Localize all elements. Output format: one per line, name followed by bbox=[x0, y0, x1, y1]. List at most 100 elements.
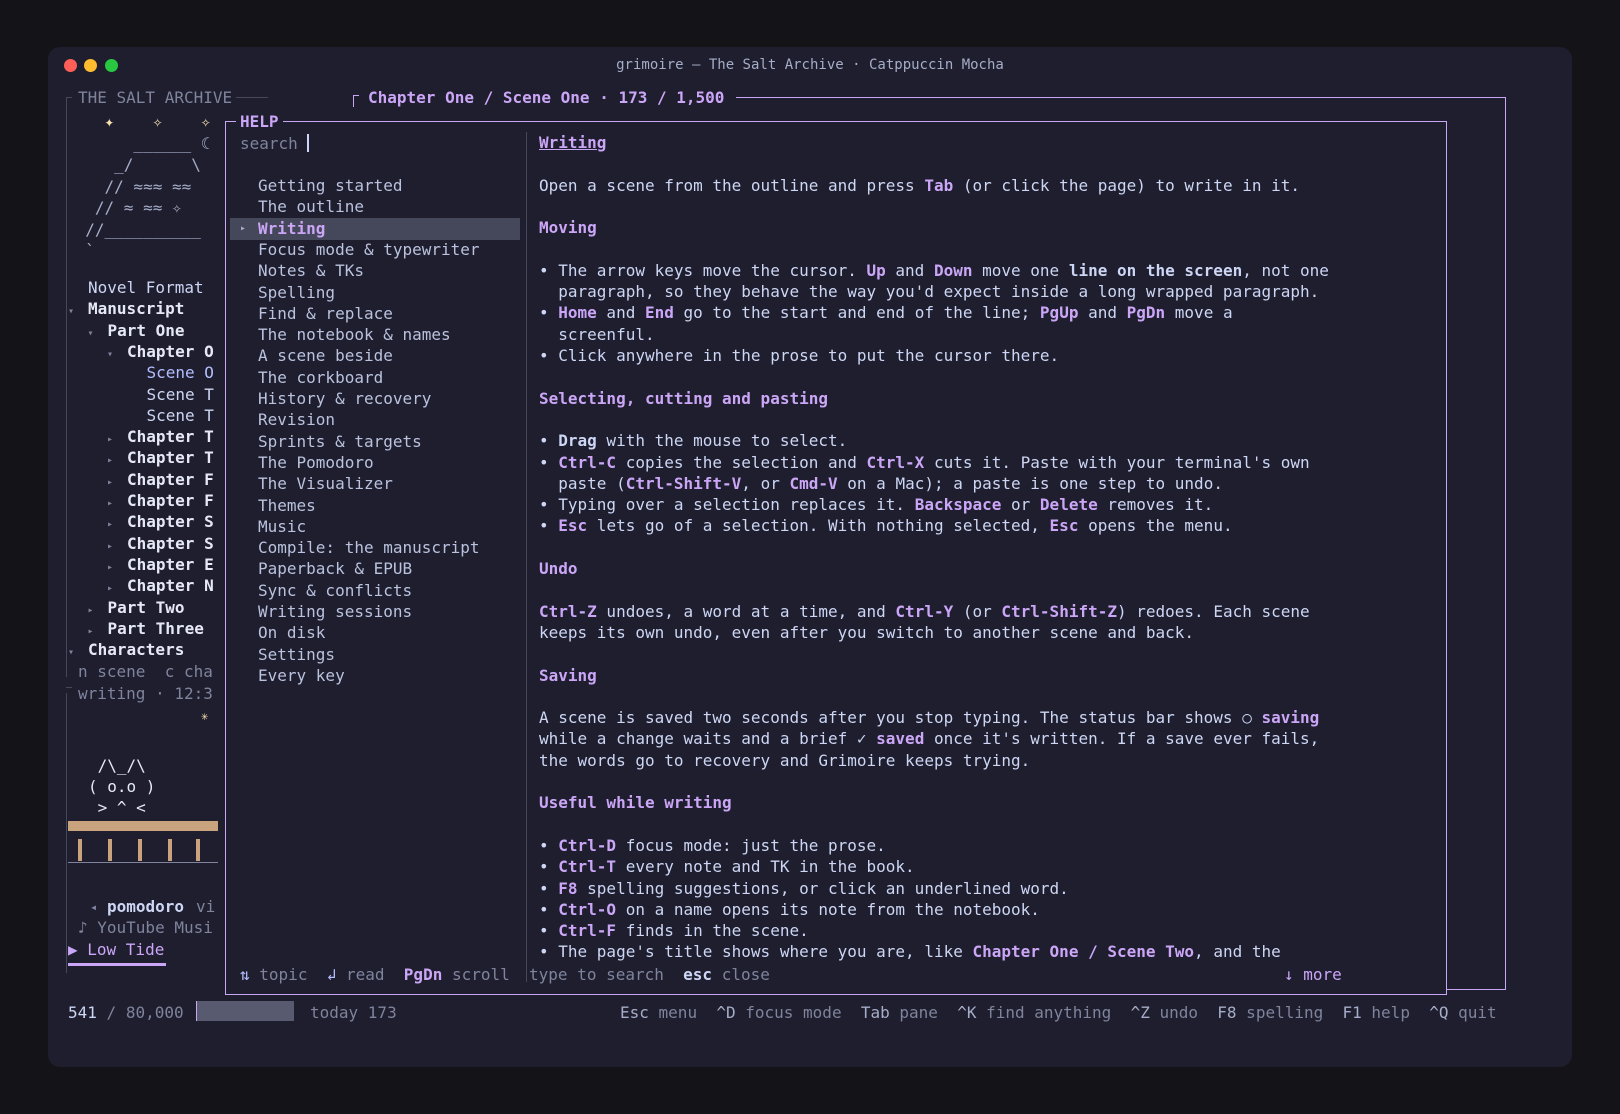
help-topic[interactable]: Music bbox=[258, 516, 306, 538]
help-text: cuts it. Paste with your terminal's own bbox=[924, 452, 1310, 472]
shortcut-undo[interactable]: ^Z undo bbox=[1131, 1003, 1198, 1022]
help-topic[interactable]: Getting started bbox=[258, 175, 403, 197]
now-playing-track[interactable]: ▶ Low Tide bbox=[68, 939, 164, 961]
outline-item[interactable]: ▸ Part Three bbox=[88, 618, 204, 640]
help-text: once it's written. If a save ever fails, bbox=[924, 729, 1320, 749]
expanded-caret-icon[interactable]: ▾ bbox=[68, 301, 88, 323]
expanded-caret-icon[interactable]: ▾ bbox=[88, 323, 108, 345]
help-topic[interactable]: ▸ Writing bbox=[230, 217, 520, 240]
shortcut-focus-mode[interactable]: ^D focus mode bbox=[716, 1003, 841, 1022]
previous-icon[interactable]: ◂ bbox=[90, 896, 97, 918]
outline-item[interactable]: ▸ Chapter T bbox=[107, 447, 214, 469]
outline-item[interactable]: Scene O bbox=[127, 362, 214, 384]
art-line: // ≈≈≈ ≈≈ bbox=[66, 176, 192, 196]
shortcut-label: pane bbox=[889, 1003, 938, 1022]
key-name: PgUp bbox=[1039, 303, 1079, 323]
outline-item[interactable]: ▸ Chapter F bbox=[107, 490, 214, 512]
help-dialog: HELP search Getting started The outline ▸ W… bbox=[225, 111, 1447, 995]
help-line: • Ctrl-C copies the selection and Ctrl-X… bbox=[539, 452, 1310, 474]
key-name: Up bbox=[866, 260, 886, 280]
footer-close: close bbox=[721, 965, 770, 984]
help-topic[interactable]: Sprints & targets bbox=[258, 431, 422, 453]
help-text: opens the menu. bbox=[1078, 516, 1233, 536]
help-topic-label: Writing sessions bbox=[258, 602, 413, 621]
help-topic[interactable]: The Pomodoro bbox=[258, 452, 374, 474]
help-topic-label: The outline bbox=[258, 197, 364, 217]
help-topic[interactable]: Find & replace bbox=[258, 303, 393, 325]
outline-item[interactable]: ▸ Chapter S bbox=[107, 511, 214, 533]
help-topic[interactable]: The Visualizer bbox=[258, 473, 393, 495]
help-topic-label: The Visualizer bbox=[258, 474, 393, 494]
help-topic[interactable]: Writing sessions bbox=[258, 601, 412, 623]
shortcut-find-anything[interactable]: ^K find anything bbox=[957, 1003, 1111, 1022]
help-topic[interactable]: Compile: the manuscript bbox=[258, 537, 480, 559]
help-topic[interactable]: Spelling bbox=[258, 282, 335, 304]
today-count: today 173 bbox=[310, 1003, 397, 1022]
help-topic[interactable]: Revision bbox=[258, 409, 335, 431]
key-name: Chapter One / Scene Two bbox=[972, 942, 1195, 962]
key-name: Delete bbox=[1039, 495, 1098, 515]
outline-item[interactable]: ▸ Chapter N bbox=[107, 575, 214, 597]
outline-item[interactable]: ▸ Chapter E bbox=[107, 554, 214, 576]
help-divider bbox=[526, 132, 527, 982]
word-goal: / 80,000 bbox=[106, 1003, 184, 1022]
outline-item-label: Characters bbox=[88, 640, 185, 660]
help-topic[interactable]: Focus mode & typewriter bbox=[258, 239, 480, 261]
help-text: (or click the page) to write in it. bbox=[953, 175, 1300, 195]
help-topic[interactable]: Settings bbox=[258, 644, 335, 666]
outline-item[interactable]: ▸ Part Two bbox=[88, 597, 185, 619]
player-mode-next[interactable]: vi bbox=[196, 896, 215, 918]
outline-item[interactable]: Scene T bbox=[127, 384, 214, 406]
help-topic[interactable]: Themes bbox=[258, 495, 316, 517]
help-topic[interactable]: On disk bbox=[258, 622, 325, 644]
footer-esc-key: esc bbox=[683, 965, 713, 984]
shortcut-label: find anything bbox=[976, 1003, 1112, 1022]
shortcut-help[interactable]: F1 help bbox=[1343, 1003, 1410, 1022]
app-window: grimoire — The Salt Archive · Catppuccin… bbox=[48, 47, 1572, 1067]
help-topic[interactable]: Notes & TKs bbox=[258, 260, 364, 282]
enter-icon: ↲ bbox=[326, 965, 337, 984]
shortcut-quit[interactable]: ^Q quit bbox=[1429, 1003, 1496, 1022]
outline-item[interactable]: Scene T bbox=[127, 405, 214, 427]
outline-item[interactable]: ▾ Manuscript bbox=[68, 298, 184, 320]
help-text: focus mode: just the prose. bbox=[616, 835, 886, 855]
help-topic[interactable]: The corkboard bbox=[258, 367, 383, 389]
editor-frame-right bbox=[1505, 97, 1506, 990]
shortcut-key: ^D bbox=[716, 1003, 736, 1022]
key-name: End bbox=[644, 303, 674, 323]
help-topic[interactable]: Every key bbox=[258, 665, 345, 687]
help-topic-label: Compile: the manuscript bbox=[258, 538, 480, 558]
help-topic[interactable]: The outline bbox=[258, 196, 364, 218]
outline-item[interactable]: ▸ Chapter F bbox=[107, 469, 214, 491]
help-text: removes it. bbox=[1097, 495, 1214, 515]
music-source: ♪ YouTube Musi bbox=[78, 918, 213, 937]
outline-item[interactable]: ▾ Characters bbox=[68, 639, 184, 661]
outline-item[interactable]: ▾ Part One bbox=[88, 320, 185, 342]
player-mode[interactable]: pomodoro bbox=[107, 896, 184, 918]
shortcut-spelling[interactable]: F8 spelling bbox=[1217, 1003, 1323, 1022]
shortcut-label: undo bbox=[1149, 1003, 1199, 1022]
help-text: or bbox=[1001, 495, 1040, 515]
outline-item[interactable]: ▸ Chapter T bbox=[107, 426, 214, 448]
help-heading: Selecting, cutting and pasting bbox=[539, 388, 828, 408]
outline-item[interactable]: ▸ Chapter S bbox=[107, 533, 214, 555]
help-topic[interactable]: History & recovery bbox=[258, 388, 431, 410]
sidebar-key-hint: n scene c cha bbox=[78, 662, 213, 681]
outline-item[interactable]: ▾ Chapter O bbox=[107, 341, 214, 363]
help-topic[interactable]: The notebook & names bbox=[258, 324, 451, 346]
help-topic[interactable]: Sync & conflicts bbox=[258, 580, 412, 602]
help-text: • bbox=[539, 878, 559, 898]
expanded-caret-icon[interactable]: ▾ bbox=[107, 344, 127, 366]
word-goal-progress-fill bbox=[196, 1001, 197, 1021]
editor-breadcrumb: Chapter One / Scene One · 173 / 1,500 bbox=[368, 88, 725, 107]
help-search-input[interactable]: search bbox=[240, 133, 310, 155]
shortcut-menu[interactable]: Esc menu bbox=[620, 1003, 697, 1022]
help-line: • F8 spelling suggestions, or click an u… bbox=[539, 878, 1069, 900]
shortcut-label: quit bbox=[1448, 1003, 1497, 1022]
help-topic[interactable]: Paperback & EPUB bbox=[258, 558, 412, 580]
footer-topic: topic bbox=[259, 965, 308, 984]
shortcut-pane[interactable]: Tab pane bbox=[861, 1003, 938, 1022]
outline-item[interactable]: Novel Format bbox=[68, 277, 204, 299]
help-topic[interactable]: A scene beside bbox=[258, 345, 393, 367]
key-name: Ctrl-Y bbox=[895, 601, 954, 621]
